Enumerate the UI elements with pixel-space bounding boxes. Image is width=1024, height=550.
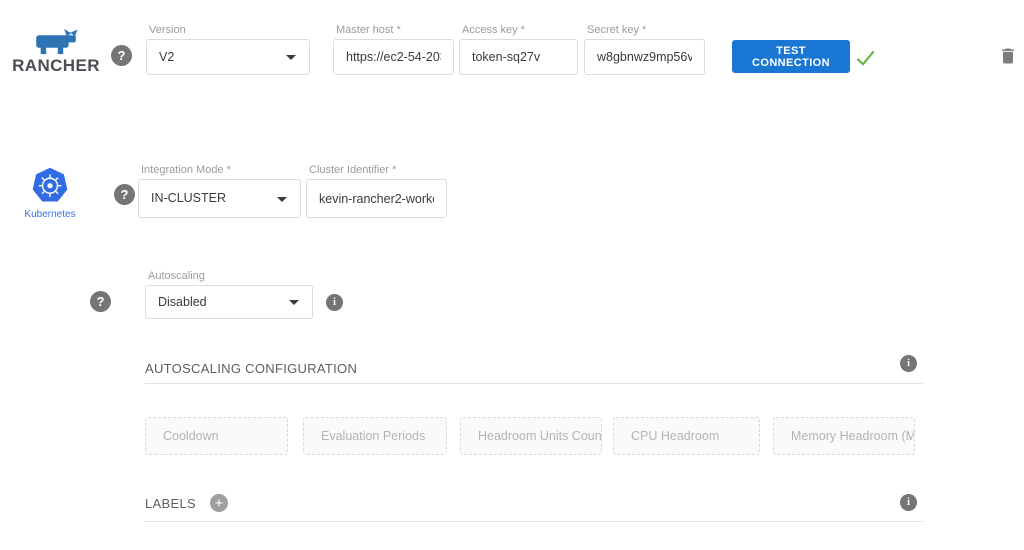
info-glyph: i	[907, 497, 910, 508]
autoscaling-select[interactable]: Autoscaling Disabled	[145, 285, 313, 319]
autoscaling-label: Autoscaling	[148, 270, 205, 282]
version-select[interactable]: Version V2	[146, 39, 310, 75]
rancher-kubernetes-config-page: RANCHER ? Version V2 Master host * Acces…	[0, 0, 1024, 550]
memory-headroom-input-disabled: Memory Headroom (MiB)	[773, 417, 915, 455]
version-label: Version	[149, 24, 186, 36]
add-label-button[interactable]: +	[210, 494, 228, 512]
autoscaling-configuration-info-icon[interactable]: i	[900, 355, 917, 372]
kubernetes-helm-icon	[28, 166, 72, 208]
cluster-identifier-field-wrap: Cluster Identifier *	[306, 179, 447, 218]
autoscaling-configuration-divider	[145, 383, 923, 384]
rancher-help-icon[interactable]: ?	[111, 45, 132, 66]
test-connection-button[interactable]: TEST CONNECTION	[732, 40, 850, 73]
labels-info-icon[interactable]: i	[900, 494, 917, 511]
master-host-label: Master host *	[336, 24, 401, 36]
integration-mode-value: IN-CLUSTER	[139, 180, 300, 217]
integration-mode-label: Integration Mode *	[141, 164, 231, 176]
help-glyph: ?	[121, 187, 129, 202]
help-glyph: ?	[97, 294, 105, 309]
access-key-input[interactable]	[460, 40, 577, 74]
labels-divider	[145, 521, 923, 522]
cluster-identifier-input[interactable]	[307, 180, 446, 217]
kubernetes-logo-text: Kubernetes	[18, 209, 82, 220]
info-glyph: i	[333, 297, 336, 308]
cooldown-input-disabled: Cooldown	[145, 417, 288, 455]
master-host-input[interactable]	[334, 40, 453, 74]
delete-trash-icon[interactable]	[998, 44, 1018, 68]
info-glyph: i	[907, 358, 910, 369]
evaluation-periods-input-disabled: Evaluation Periods	[303, 417, 447, 455]
access-key-field-wrap: Access key *	[459, 39, 578, 75]
secret-key-label: Secret key *	[587, 24, 646, 36]
secret-key-input[interactable]	[585, 40, 704, 74]
integration-mode-select[interactable]: Integration Mode * IN-CLUSTER	[138, 179, 301, 218]
rancher-logo: RANCHER	[8, 28, 104, 76]
access-key-label: Access key *	[462, 24, 525, 36]
autoscaling-help-icon[interactable]: ?	[90, 291, 111, 312]
chevron-down-icon	[277, 197, 287, 202]
kubernetes-logo: Kubernetes	[18, 166, 82, 220]
cluster-identifier-label: Cluster Identifier *	[309, 164, 396, 176]
autoscaling-info-icon[interactable]: i	[326, 294, 343, 311]
chevron-down-icon	[289, 300, 299, 305]
help-glyph: ?	[118, 48, 126, 63]
version-value: V2	[147, 40, 309, 74]
connection-success-check-icon	[854, 46, 877, 69]
kubernetes-help-icon[interactable]: ?	[114, 184, 135, 205]
rancher-bull-icon	[33, 28, 79, 55]
autoscaling-value: Disabled	[146, 286, 312, 318]
autoscaling-configuration-title: AUTOSCALING CONFIGURATION	[145, 361, 357, 376]
master-host-field-wrap: Master host *	[333, 39, 454, 75]
headroom-units-count-input-disabled: Headroom Units Count	[460, 417, 602, 455]
chevron-down-icon	[286, 55, 296, 60]
secret-key-field-wrap: Secret key *	[584, 39, 705, 75]
cpu-headroom-input-disabled: CPU Headroom	[613, 417, 760, 455]
labels-section-title: LABELS	[145, 496, 196, 511]
rancher-logo-text: RANCHER	[8, 56, 104, 76]
plus-glyph: +	[215, 496, 224, 511]
